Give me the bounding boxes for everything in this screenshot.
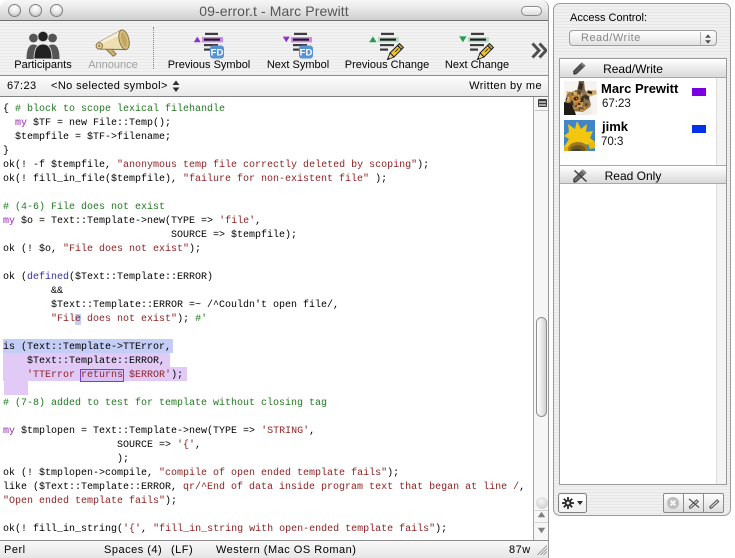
- svg-text:FD: FD: [211, 47, 224, 58]
- svg-text:FD: FD: [300, 47, 313, 58]
